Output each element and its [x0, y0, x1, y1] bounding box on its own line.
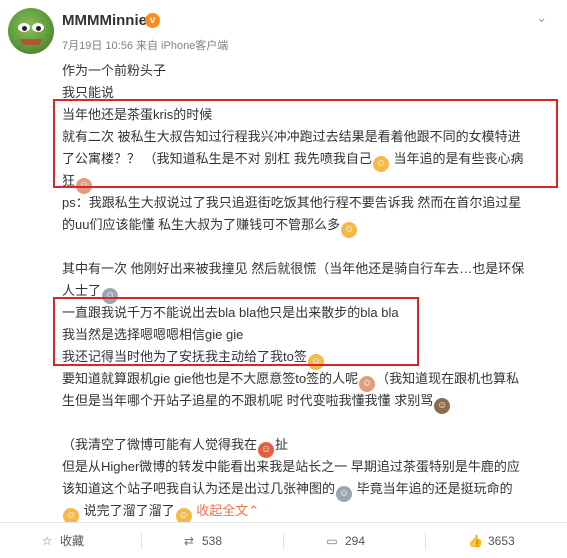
text-segment: （我知道现在跟机也算私 — [376, 371, 520, 386]
comment-count: 294 — [345, 534, 366, 548]
text-segment: 生但是当年哪个开站子追星的不跟机呢 时代变啦我懂我懂 求别骂 — [62, 393, 434, 408]
text-segment: 人士了 — [62, 283, 102, 298]
text-line: ps：我跟私生大叔说过了我只追逛街吃饭其他行程不要告诉我 然而在首尔追过星 — [62, 195, 522, 210]
text-segment: （我清空了微博可能有人觉得我在 — [62, 437, 258, 452]
text-line: ☺ 说完了溜了溜了 ☺ 收起全文⌃ — [62, 500, 552, 524]
text-line: 其中有一次 他刚好出来被我撞见 然后就很慌（当年他还是骑自行车去…也是环保 — [62, 261, 525, 276]
divider — [283, 533, 284, 549]
repost-icon: ⇄ — [183, 534, 195, 548]
text-line: 该知道这个站子吧我自认为还是出过几张神图的 ☺ 毕竟当年追的还是挺玩命的 — [62, 478, 552, 502]
star-icon: ☆ — [41, 534, 53, 548]
monkey-emoji-icon: ☺ — [434, 398, 451, 414]
avatar[interactable] — [8, 8, 54, 54]
chevron-up-icon: ⌃ — [248, 503, 260, 518]
text-line: （我清空了微博可能有人觉得我在 ☺ 扯 — [62, 434, 552, 458]
divider — [425, 533, 426, 549]
thumbs-up-icon: 👍 — [468, 534, 483, 548]
username[interactable]: MMMMinnie — [62, 12, 147, 29]
repost-button[interactable]: ⇄ 538 — [182, 523, 222, 558]
text-segment: 毕竟当年追的还是挺玩命的 — [353, 481, 513, 496]
like-button[interactable]: 👍 3653 — [468, 523, 515, 558]
text-segment: 该知道这个站子吧我自认为还是出过几张神图的 — [62, 481, 336, 496]
text-segment: 说完了溜了溜了 — [80, 503, 175, 518]
text-line: 的uu们应该能懂 私生大叔为了赚钱可不管那么多 ☺ — [62, 214, 552, 238]
avatar-eye — [18, 23, 30, 32]
highlight-box — [53, 297, 419, 366]
text-line: 生但是当年哪个开站子追星的不跟机呢 时代变啦我懂我懂 求别骂 ☺ — [62, 390, 552, 414]
divider — [141, 533, 142, 549]
collapse-link[interactable]: 收起全文⌃ — [193, 503, 260, 518]
text-segment: 要知道就算跟机gie gie他也是不大愿意签to签的人呢 — [62, 371, 359, 386]
person-emoji-icon: ☺ — [341, 222, 358, 238]
action-bar: ☆ 收藏 ⇄ 538 ▭ 294 👍 3653 — [0, 522, 567, 558]
collapse-label: 收起全文 — [196, 503, 249, 518]
text-line: 但是从Higher微博的转发中能看出来我是站长之一 早期追过茶蛋特别是牛鹿的应 — [62, 459, 520, 474]
sweat-emoji-icon: ☺ — [336, 486, 353, 502]
chevron-down-icon[interactable]: ⌄ — [536, 10, 547, 26]
favorite-button[interactable]: ☆ 收藏 — [40, 523, 84, 558]
text-line: 要知道就算跟机gie gie他也是不大愿意签to签的人呢 ☺ （我知道现在跟机也算私 — [62, 368, 552, 392]
comment-icon: ▭ — [326, 534, 338, 548]
post-meta: 7月19日 10:56 来自 iPhone客户端 — [62, 40, 229, 52]
text-segment: 的uu们应该能懂 私生大叔为了赚钱可不管那么多 — [62, 217, 341, 232]
avatar-mouth — [20, 39, 42, 45]
text-segment: 扯 — [275, 437, 289, 452]
favorite-label: 收藏 — [60, 534, 85, 548]
comment-button[interactable]: ▭ 294 — [325, 523, 365, 558]
text-line: 作为一个前粉头子 — [62, 63, 167, 78]
like-count: 3653 — [488, 534, 515, 548]
repost-count: 538 — [202, 534, 223, 548]
vip-badge-icon: v — [145, 13, 160, 28]
highlight-box — [53, 99, 558, 188]
avatar-eye — [32, 23, 44, 32]
